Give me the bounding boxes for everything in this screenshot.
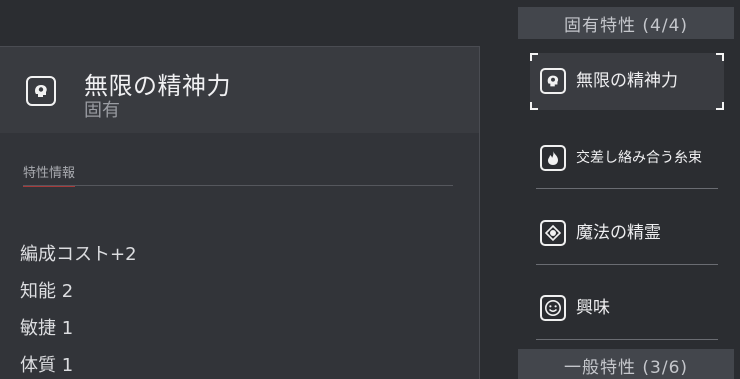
trait-list: 固有特性 (4/4) 無限の精神力 交差し絡み合う糸束 魔法の精霊 興味 一般特… <box>518 0 734 379</box>
trait-label: 魔法の精霊 <box>576 222 661 243</box>
trait-item-infinite-mind[interactable]: 無限の精神力 <box>536 64 718 98</box>
trait-divider <box>536 264 718 265</box>
stat-line: 編成コスト+2 <box>20 244 137 265</box>
trait-item-entangled-threads[interactable]: 交差し絡み合う糸束 <box>536 134 718 182</box>
trait-item-magic-spirit[interactable]: 魔法の精霊 <box>536 216 718 250</box>
trait-category: 固有 <box>84 100 120 121</box>
trait-item-interest[interactable]: 興味 <box>536 291 718 325</box>
smiley-face-icon <box>540 295 566 321</box>
trait-detail-panel: 無限の精神力 固有 特性情報 編成コスト+2 知能 2 敏捷 1 体質 1 <box>0 46 480 379</box>
brain-head-icon <box>26 76 56 106</box>
section-divider <box>23 185 453 186</box>
spirit-orb-icon <box>540 220 566 246</box>
innate-traits-header: 固有特性 (4/4) <box>518 7 734 39</box>
trait-info-section-label: 特性情報 <box>23 162 76 187</box>
trait-divider <box>536 339 718 340</box>
stat-line: 体質 1 <box>20 355 74 376</box>
general-traits-header: 一般特性 (3/6) <box>518 349 734 379</box>
stat-line: 敏捷 1 <box>20 318 74 339</box>
flame-icon <box>540 145 566 171</box>
stat-line: 知能 2 <box>20 281 74 302</box>
trait-label: 無限の精神力 <box>576 70 678 91</box>
brain-head-icon <box>540 68 566 94</box>
trait-divider <box>536 188 718 189</box>
trait-detail-header: 無限の精神力 固有 <box>0 47 479 133</box>
trait-label: 興味 <box>576 297 610 318</box>
trait-label: 交差し絡み合う糸束 <box>576 149 702 166</box>
